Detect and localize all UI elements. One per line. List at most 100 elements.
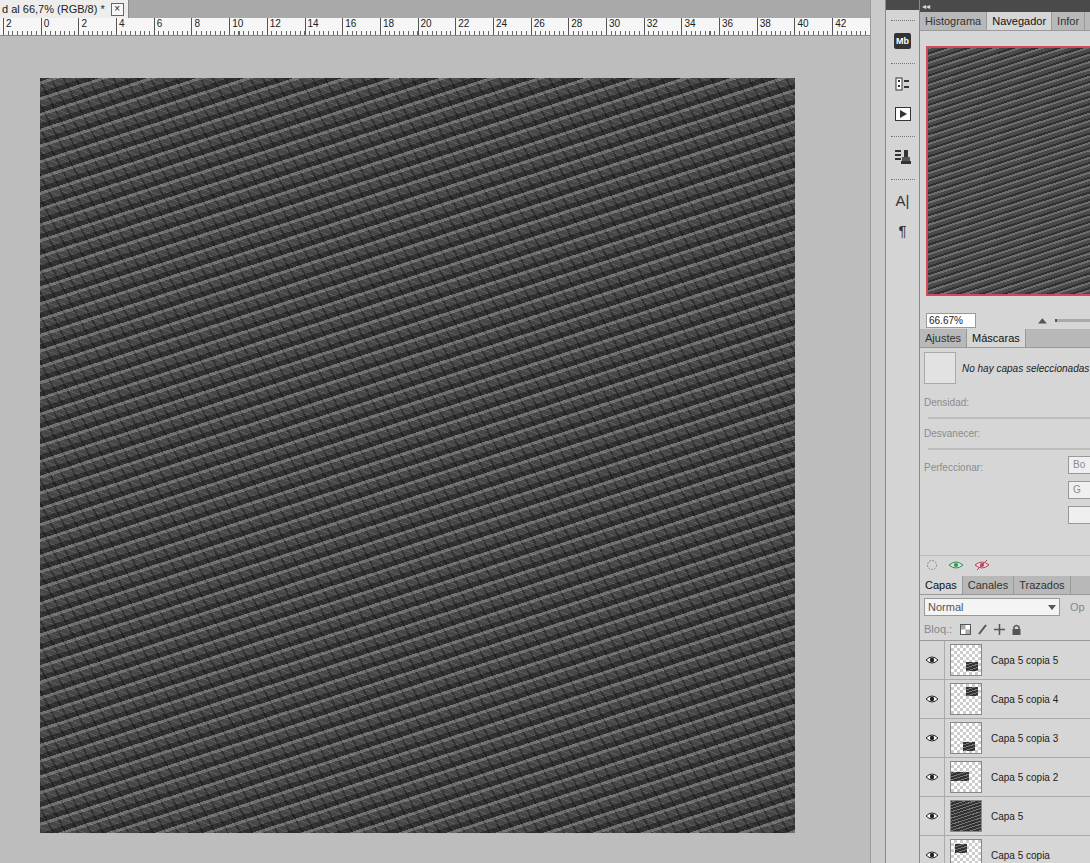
ruler-label: 8: [191, 18, 229, 35]
group-grip[interactable]: [891, 136, 915, 139]
dock-button[interactable]: [891, 72, 915, 96]
document-tab[interactable]: d al 66,7% (RGB/8) *×: [0, 0, 129, 18]
dock-button[interactable]: [891, 145, 915, 169]
blend-mode-dropdown[interactable]: Normal: [924, 598, 1060, 616]
panel-tab[interactable]: Ajustes: [920, 329, 967, 347]
layer-name: Capa 5 copia 5: [991, 655, 1058, 666]
lock-all-icon[interactable]: [1011, 624, 1022, 635]
refine-button[interactable]: G: [1068, 481, 1090, 499]
ruler-label: 24: [493, 18, 531, 35]
layer-row[interactable]: Capa 5 copia 3: [920, 719, 1090, 758]
ruler-label: 10: [229, 18, 267, 35]
zoom-field[interactable]: 66.67%: [926, 313, 976, 328]
close-button[interactable]: ×: [111, 3, 124, 16]
dock-button[interactable]: ¶: [891, 218, 915, 242]
refine-row: Perfeccionar:BoG: [924, 462, 1090, 524]
visibility-toggle[interactable]: [920, 680, 945, 718]
lock-transparency-icon[interactable]: [960, 624, 971, 635]
panel-column: ◂◂HistogramaNavegadorInfor 66.67%AjustesM…: [920, 0, 1090, 863]
dock-button[interactable]: [891, 102, 915, 126]
selection-icon[interactable]: [926, 559, 938, 571]
group-grip[interactable]: [891, 179, 915, 182]
dropdown-arrow-icon: [1048, 605, 1056, 610]
ruler-label: 32: [644, 18, 682, 35]
ruler-label: 34: [681, 18, 719, 35]
layer-row[interactable]: Capa 5 copia 5: [920, 641, 1090, 680]
visibility-toggle[interactable]: [920, 797, 945, 835]
panel-tab[interactable]: Capas: [920, 576, 963, 594]
lock-pixels-icon[interactable]: [977, 624, 988, 635]
ruler-label: 16: [342, 18, 380, 35]
texture-image[interactable]: [40, 78, 795, 833]
navigator-preview[interactable]: [926, 46, 1090, 296]
group-grip[interactable]: [891, 20, 915, 23]
eye-icon: [925, 811, 939, 821]
dock-group: [886, 53, 919, 126]
opacity-label: Op: [1070, 601, 1085, 613]
refine-button[interactable]: [1068, 506, 1090, 524]
layer-row[interactable]: Capa 5 copia 4: [920, 680, 1090, 719]
ruler-label: 18: [380, 18, 418, 35]
ruler-label: 40: [794, 18, 832, 35]
thumbnail-content: [951, 801, 981, 831]
ruler-label: 6: [154, 18, 192, 35]
ruler-label: 36: [719, 18, 757, 35]
layer-thumbnail: [950, 644, 982, 676]
canvas-area: [0, 36, 870, 863]
visibility-toggle[interactable]: [920, 836, 945, 863]
zoom-slider-fill: [1055, 319, 1057, 322]
eye-icon: [925, 733, 939, 743]
dock-group: [886, 126, 919, 169]
layer-thumbnail: [950, 800, 982, 832]
thumbnail-content: [966, 687, 978, 696]
layer-name: Capa 5 copia 2: [991, 772, 1058, 783]
mask-thumbnail: [924, 352, 956, 384]
slider-track[interactable]: [928, 448, 1090, 450]
zoom-out-icon[interactable]: [1038, 317, 1047, 324]
layer-row[interactable]: Capa 5 copia: [920, 836, 1090, 863]
zoom-slider[interactable]: [1055, 319, 1090, 322]
thumbnail-content: [966, 662, 978, 671]
thumbnail-content: [955, 844, 967, 853]
visibility-toggle[interactable]: [920, 719, 945, 757]
play-icon: [895, 107, 911, 121]
collapse-button[interactable]: ◂◂: [920, 2, 930, 11]
ruler-label: 12: [267, 18, 305, 35]
apply-mask-icon[interactable]: [948, 559, 964, 571]
layer-row[interactable]: Capa 5: [920, 797, 1090, 836]
refine-button[interactable]: Bo: [1068, 456, 1090, 474]
layers-tabs: CapasCanalesTrazados: [920, 576, 1090, 595]
ruler-label: 2: [3, 18, 41, 35]
ruler-label: 20: [418, 18, 456, 35]
dock-header: [886, 0, 919, 10]
mask-header: No hay capas seleccionadas: [924, 352, 1090, 384]
layer-name: Capa 5: [991, 811, 1023, 822]
group-grip[interactable]: [891, 63, 915, 66]
panel-header: ◂◂: [920, 0, 1090, 12]
tool-presets-icon: [894, 148, 912, 166]
ruler-label: 30: [606, 18, 644, 35]
ruler-label: 4: [116, 18, 154, 35]
visibility-toggle[interactable]: [920, 758, 945, 796]
panel-tab[interactable]: Histograma: [920, 12, 987, 30]
panel-tab[interactable]: Navegador: [987, 12, 1052, 30]
lock-position-icon[interactable]: [994, 624, 1005, 635]
layer-row[interactable]: Capa 5 copia 2: [920, 758, 1090, 797]
ruler-label: 26: [531, 18, 569, 35]
panel-tab[interactable]: Máscaras: [967, 329, 1026, 347]
panel-tab[interactable]: Trazados: [1014, 576, 1070, 594]
thumbnail-content: [963, 742, 975, 751]
dock-button[interactable]: A|: [891, 188, 915, 212]
panel-tab[interactable]: Infor: [1052, 12, 1085, 30]
disable-mask-icon[interactable]: [974, 559, 990, 571]
panel-tab[interactable]: Canales: [963, 576, 1014, 594]
ruler-label: 14: [305, 18, 343, 35]
visibility-toggle[interactable]: [920, 641, 945, 679]
dock-button[interactable]: Mb: [891, 29, 915, 53]
slider-track[interactable]: [928, 417, 1090, 419]
ruler-label: 28: [568, 18, 606, 35]
masks-tabs: AjustesMáscaras: [920, 329, 1090, 348]
layer-name: Capa 5 copia 4: [991, 694, 1058, 705]
layer-thumbnail: [950, 683, 982, 715]
mask-slider: Densidad:: [924, 396, 1090, 419]
